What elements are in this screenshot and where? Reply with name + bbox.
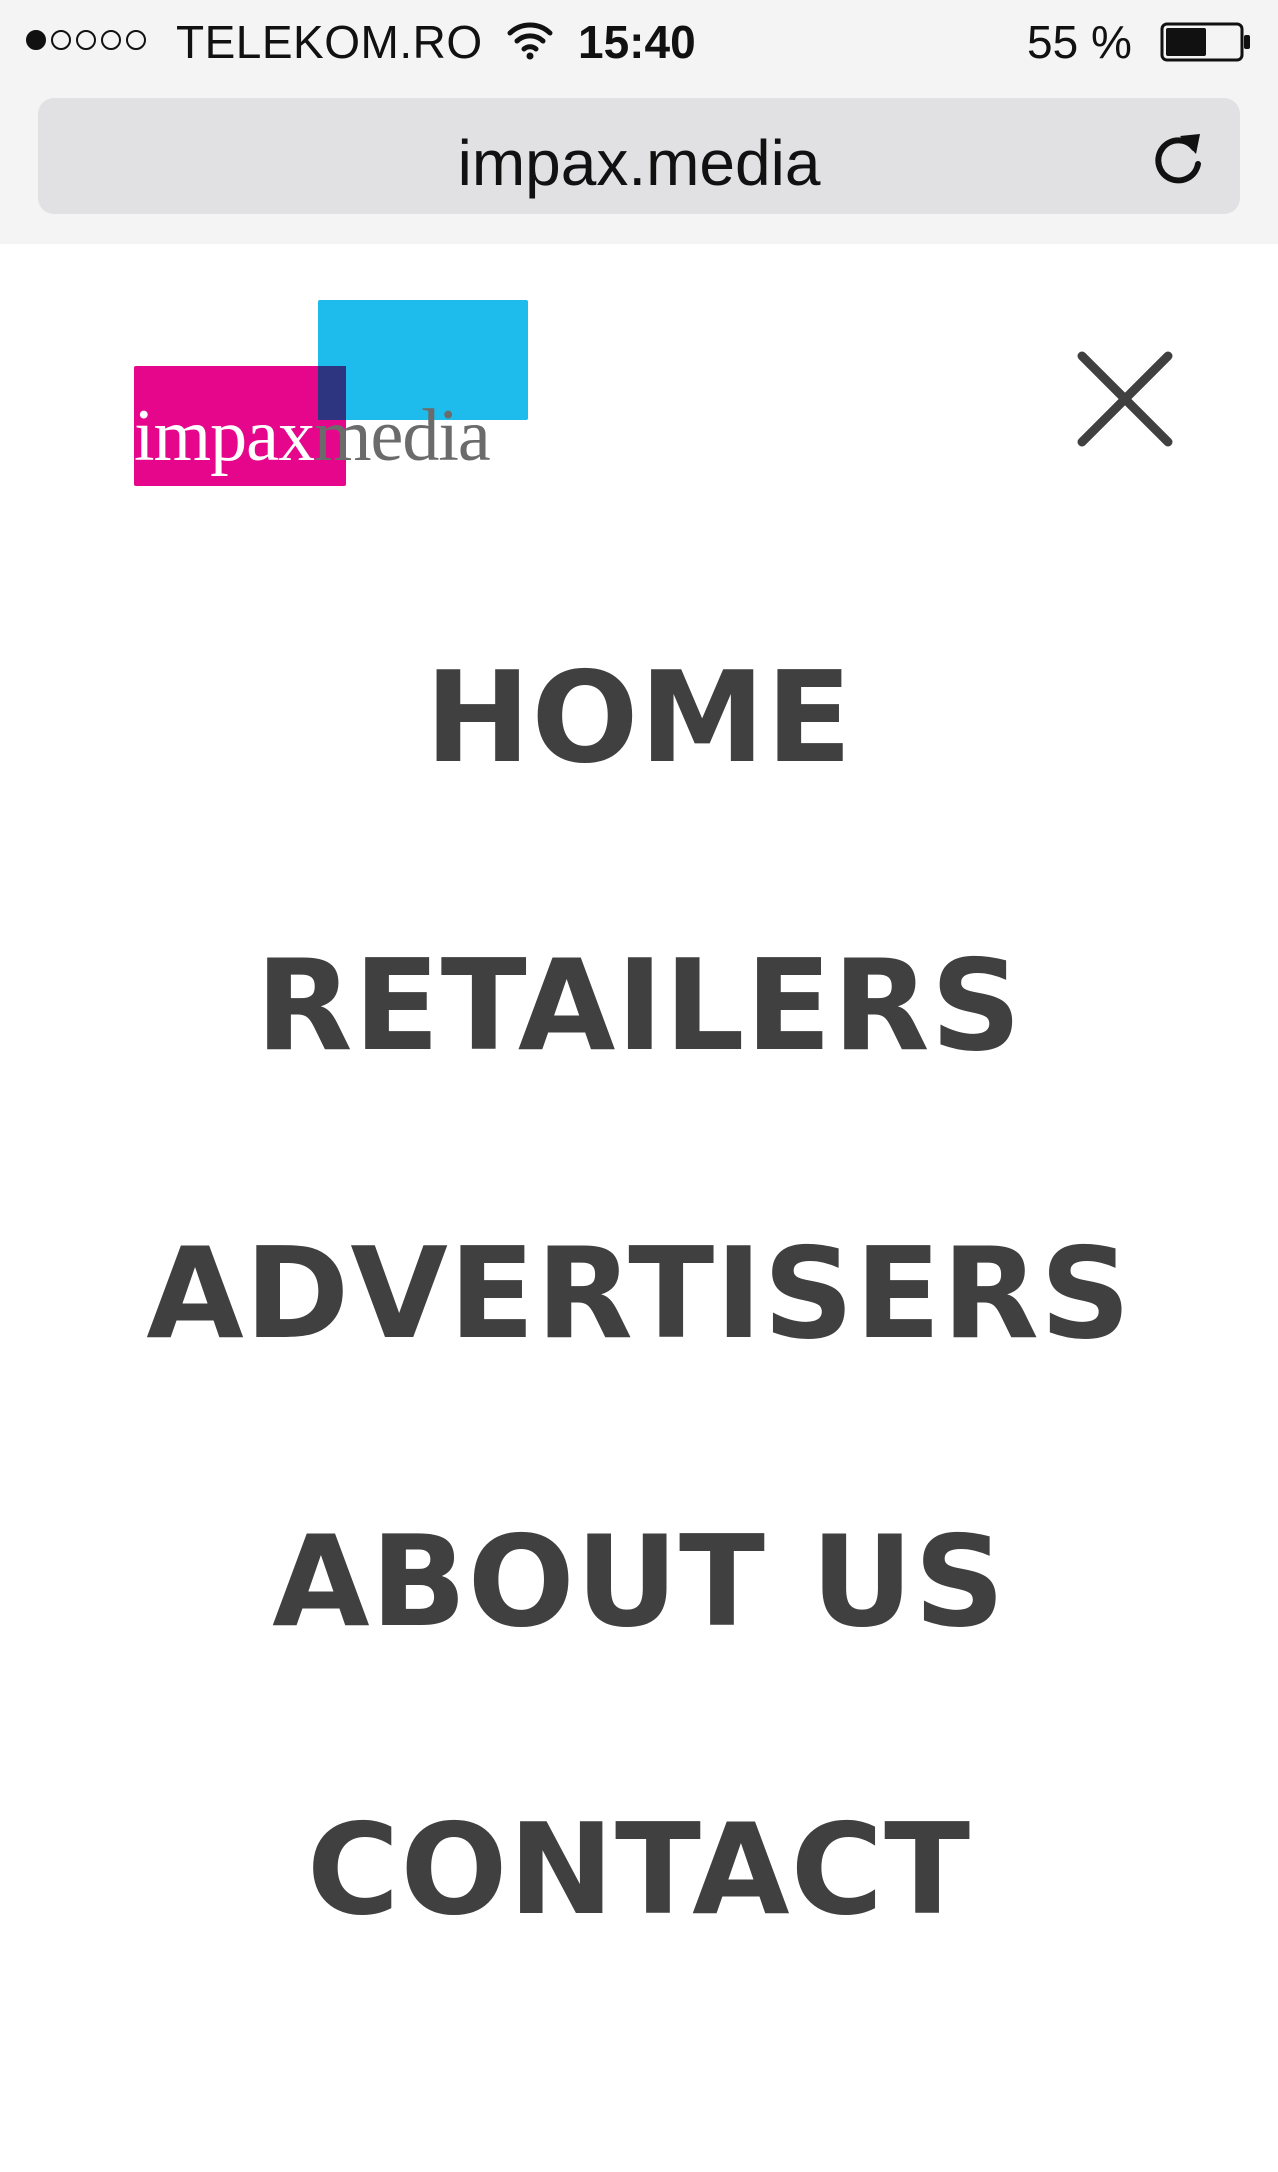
nav-item-advertisers[interactable]: ADVERTISERS <box>0 1176 1278 1464</box>
close-icon <box>1077 351 1173 447</box>
status-bar: TELEKOM.RO 15:40 55 % <box>0 0 1278 82</box>
nav-item-retailers[interactable]: RETAILERS <box>0 888 1278 1176</box>
nav-item-contact[interactable]: CONTACT <box>0 1752 1278 2040</box>
signal-dot <box>101 30 121 50</box>
battery-percentage: 55 % <box>1027 16 1132 68</box>
signal-dot <box>26 30 46 50</box>
url-text: impax.media <box>457 127 821 199</box>
browser-toolbar: impax.media <box>0 82 1278 244</box>
nav-item-home[interactable]: HOME <box>0 600 1278 888</box>
wifi-icon <box>507 22 553 60</box>
signal-strength-indicator <box>26 30 146 50</box>
close-menu-button[interactable] <box>1070 344 1180 454</box>
signal-dot <box>51 30 71 50</box>
impaxmedia-logo[interactable]: impaxmedia <box>134 300 564 490</box>
reload-icon[interactable] <box>1150 128 1208 190</box>
signal-dot <box>76 30 96 50</box>
nav-list: HOME RETAILERS ADVERTISERS ABOUT US CONT… <box>0 600 1278 2040</box>
carrier-name: TELEKOM.RO <box>176 16 483 68</box>
signal-dot <box>126 30 146 50</box>
clock-time: 15:40 <box>578 16 696 68</box>
logo-wordmark: impaxmedia <box>134 395 491 477</box>
nav-item-about-us[interactable]: ABOUT US <box>0 1464 1278 1752</box>
address-bar[interactable]: impax.media <box>38 98 1240 214</box>
battery-icon <box>1160 22 1250 62</box>
